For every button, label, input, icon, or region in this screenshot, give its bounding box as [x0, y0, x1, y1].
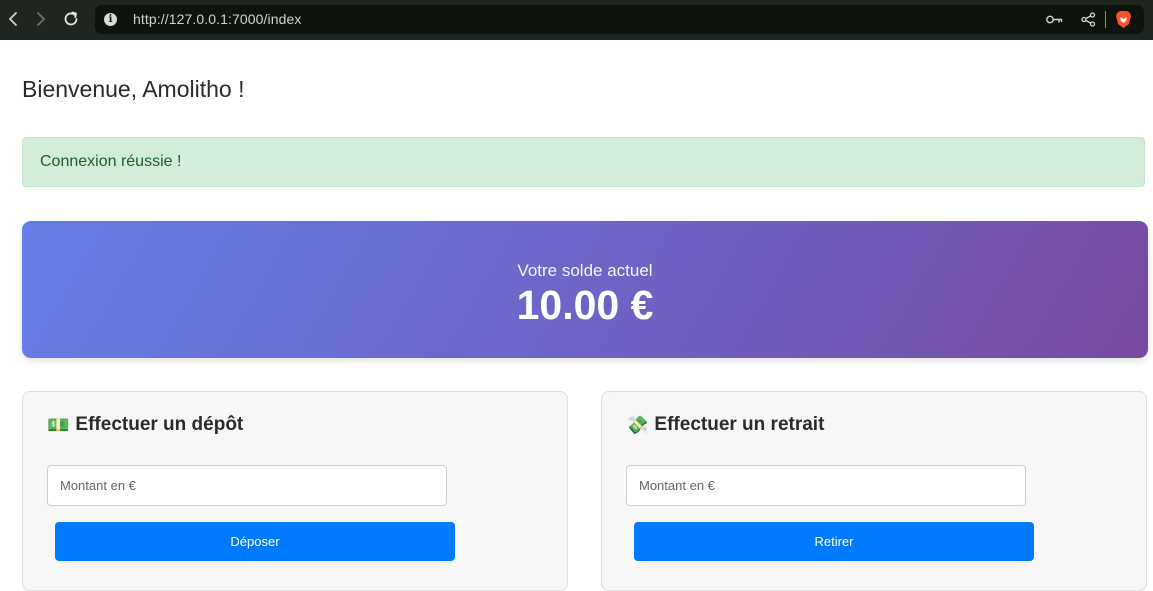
back-icon[interactable] [2, 8, 24, 30]
balance-card: Votre solde actuel 10.00 € [22, 221, 1148, 358]
share-icon[interactable] [1081, 11, 1096, 28]
browser-toolbar: i http://127.0.0.1:7000/index [0, 0, 1153, 40]
money-with-wings-icon: 💸 [626, 414, 649, 435]
deposit-button[interactable]: Déposer [55, 522, 455, 561]
site-info-icon[interactable]: i [104, 13, 117, 26]
withdraw-title-text: Effectuer un retrait [654, 414, 825, 435]
brave-lion-icon[interactable] [1115, 11, 1132, 28]
forward-icon[interactable] [30, 8, 52, 30]
url-text[interactable]: http://127.0.0.1:7000/index [133, 5, 302, 34]
deposit-amount-input[interactable] [47, 465, 447, 506]
address-bar[interactable]: i http://127.0.0.1:7000/index [95, 5, 1144, 34]
withdraw-amount-input[interactable] [626, 465, 1026, 506]
reload-icon[interactable] [60, 8, 82, 30]
deposit-title: 💵 Effectuer un dépôt [47, 414, 243, 436]
withdraw-card: 💸 Effectuer un retrait Retirer [601, 391, 1147, 591]
withdraw-button[interactable]: Retirer [634, 522, 1034, 561]
deposit-card: 💵 Effectuer un dépôt Déposer [22, 391, 568, 591]
withdraw-title: 💸 Effectuer un retrait [626, 414, 824, 436]
alert-message: Connexion réussie ! [40, 153, 182, 170]
deposit-title-text: Effectuer un dépôt [75, 414, 244, 435]
toolbar-separator [1105, 11, 1106, 28]
success-alert: Connexion réussie ! [22, 137, 1145, 187]
balance-amount: 10.00 € [516, 282, 654, 328]
welcome-heading: Bienvenue, Amolitho ! [22, 76, 245, 102]
banknote-icon: 💵 [47, 414, 70, 435]
balance-label: Votre solde actuel [517, 261, 653, 280]
key-icon[interactable] [1046, 11, 1063, 28]
